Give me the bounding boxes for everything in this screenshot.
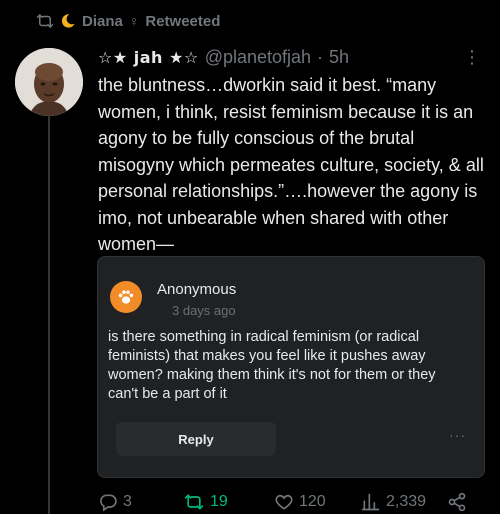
retweet-action-icon xyxy=(183,492,205,512)
card-author: Anonymous xyxy=(157,281,237,298)
reply-count: 3 xyxy=(123,493,132,510)
views-action[interactable]: 2,339 xyxy=(361,492,426,512)
retweet-action[interactable]: 19 xyxy=(183,492,228,512)
share-action[interactable] xyxy=(447,492,467,512)
tweet-timestamp[interactable]: 5h xyxy=(329,47,349,68)
card-timestamp: 3 days ago xyxy=(172,303,236,318)
separator-dot: · xyxy=(317,46,324,67)
tweet-header: ☆★ jah ★☆ @planetofjah · 5h ⋮ xyxy=(98,45,481,69)
avatar[interactable] xyxy=(15,48,83,116)
thread-line xyxy=(48,114,50,514)
tweet-actions: 3 19 120 2,339 xyxy=(98,492,478,514)
retweet-icon xyxy=(36,12,54,30)
retweeter-name[interactable]: Diana xyxy=(82,13,123,30)
card-more-icon[interactable]: ··· xyxy=(449,427,466,443)
view-count: 2,339 xyxy=(386,493,427,510)
reply-button[interactable]: Reply xyxy=(116,422,276,456)
heart-icon xyxy=(274,492,294,512)
moon-icon xyxy=(60,13,76,29)
like-action[interactable]: 120 xyxy=(274,492,326,512)
anonymous-avatar xyxy=(110,281,142,313)
reply-action[interactable]: 3 xyxy=(98,492,132,512)
reply-icon xyxy=(98,492,118,512)
retweeted-label: Retweeted xyxy=(145,12,221,30)
paw-icon xyxy=(118,290,134,304)
venus-icon: ♀ xyxy=(128,13,140,29)
retweet-count: 19 xyxy=(210,493,228,510)
more-options-icon[interactable]: ⋮ xyxy=(463,47,481,68)
share-icon xyxy=(447,492,467,512)
user-handle[interactable]: @planetofjah xyxy=(205,47,311,68)
tweet-text: the bluntness…dworkin said it best. “man… xyxy=(98,75,484,254)
card-question: is there something in radical feminism (… xyxy=(108,329,436,402)
views-icon xyxy=(361,492,381,512)
retweet-context[interactable]: Diana ♀ Retweeted xyxy=(36,10,220,32)
display-name[interactable]: ☆★ jah ★☆ xyxy=(98,48,199,67)
quoted-question-card[interactable]: Anonymous 3 days ago is there something … xyxy=(97,256,485,478)
like-count: 120 xyxy=(299,493,326,510)
